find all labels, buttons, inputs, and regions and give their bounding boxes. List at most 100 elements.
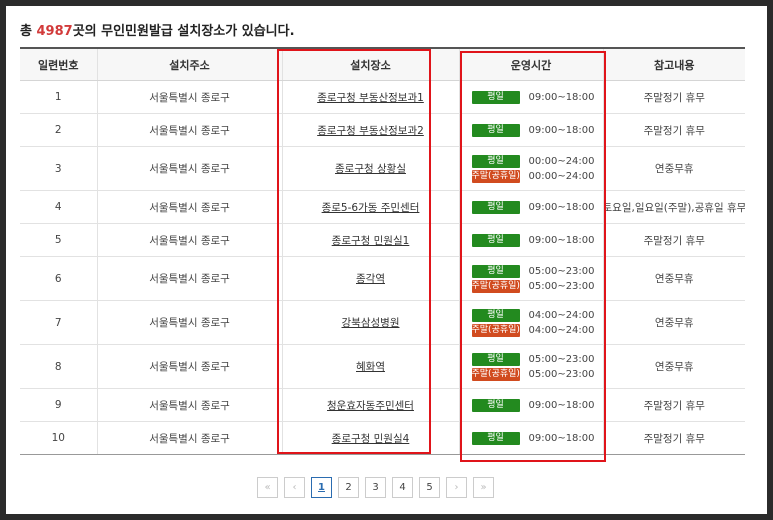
row-hours-cell: 평일 05:00~23:00 주말(공휴일) 05:00~23:00 [458, 256, 603, 301]
weekday-badge: 평일 [471, 431, 520, 445]
last-page-button[interactable]: » [473, 477, 494, 498]
hours-line: 평일 09:00~18:00 [471, 431, 603, 446]
table-header-row: 일련번호 설치주소 설치장소 운영시간 참고내용 [20, 47, 745, 81]
content-frame: 총 4987곳의 무인민원발급 설치장소가 있습니다. 일련번호 설치주소 설치… [6, 6, 767, 514]
row-number: 6 [20, 256, 97, 301]
table-row: 8 서울특별시 종로구 혜화역 평일 05:00~23:00 주말(공휴일) 05:00~2… [20, 344, 745, 389]
row-note: 주말정기 휴무 [602, 388, 745, 422]
page-button-3[interactable]: 3 [365, 477, 386, 498]
prev-page-button[interactable]: ‹ [284, 477, 305, 498]
table-row: 7 서울특별시 종로구 강북삼성병원 평일 04:00~24:00 주말(공휴일) 04:0… [20, 300, 745, 345]
col-header-address: 설치주소 [96, 47, 282, 81]
row-place-cell: 종로구청 부동산정보과1 [281, 80, 459, 114]
weekday-badge: 평일 [471, 123, 520, 137]
result-count: 4987 [36, 24, 73, 39]
next-page-button[interactable]: › [446, 477, 467, 498]
place-link[interactable]: 종각역 [356, 273, 385, 285]
place-link[interactable]: 혜화역 [356, 361, 385, 373]
row-number: 2 [20, 113, 97, 147]
row-number: 10 [20, 421, 97, 455]
hours-time: 04:00~24:00 [528, 309, 595, 321]
place-link[interactable]: 종로구청 민원실4 [332, 433, 410, 445]
table-body: 1 서울특별시 종로구 종로구청 부동산정보과1 평일 09:00~18:00 주말정기 … [20, 80, 745, 455]
place-link[interactable]: 종로구청 부동산정보과1 [317, 92, 424, 104]
hours-line: 평일 09:00~18:00 [471, 233, 603, 248]
row-hours-cell: 평일 04:00~24:00 주말(공휴일) 04:00~24:00 [458, 300, 603, 345]
row-address: 서울특별시 종로구 [96, 344, 282, 389]
row-hours-cell: 평일 09:00~18:00 [458, 113, 603, 147]
place-link[interactable]: 청운효자동주민센터 [327, 400, 414, 412]
row-note: 연중무휴 [602, 344, 745, 389]
summary-prefix: 총 [20, 24, 37, 39]
table-row: 6 서울특별시 종로구 종각역 평일 05:00~23:00 주말(공휴일) 05:00~2… [20, 256, 745, 301]
weekday-badge: 평일 [471, 200, 520, 214]
row-place-cell: 종각역 [281, 256, 459, 301]
row-number: 3 [20, 146, 97, 191]
row-hours-cell: 평일 00:00~24:00 주말(공휴일) 00:00~24:00 [458, 146, 603, 191]
hours-time: 09:00~18:00 [528, 432, 595, 444]
row-place-cell: 종로구청 민원실1 [281, 223, 459, 257]
holiday-badge: 주말(공휴일) [471, 323, 520, 337]
row-address: 서울특별시 종로구 [96, 388, 282, 422]
holiday-badge: 주말(공휴일) [471, 279, 520, 293]
page-button-2[interactable]: 2 [338, 477, 359, 498]
location-table: 일련번호 설치주소 설치장소 운영시간 참고내용 1 서울특별시 종로구 종로구청 … [20, 47, 745, 455]
table-row: 4 서울특별시 종로구 종로5-6가동 주민센터 평일 09:00~18:00 토요일,일… [20, 190, 745, 224]
holiday-badge: 주말(공휴일) [471, 169, 520, 183]
place-link[interactable]: 종로구청 상황실 [335, 163, 406, 175]
page-button-4[interactable]: 4 [392, 477, 413, 498]
row-place-cell: 종로구청 민원실4 [281, 421, 459, 455]
hours-time: 05:00~23:00 [528, 353, 595, 365]
place-link[interactable]: 종로구청 민원실1 [332, 235, 410, 247]
table-row: 9 서울특별시 종로구 청운효자동주민센터 평일 09:00~18:00 주말정기 휴무 [20, 388, 745, 422]
page-button-5[interactable]: 5 [419, 477, 440, 498]
table-row: 2 서울특별시 종로구 종로구청 부동산정보과2 평일 09:00~18:00 주말정기 … [20, 113, 745, 147]
place-link[interactable]: 종로5-6가동 주민센터 [322, 202, 420, 214]
hours-line: 평일 09:00~18:00 [471, 90, 603, 105]
first-page-button[interactable]: « [257, 477, 278, 498]
row-place-cell: 강북삼성병원 [281, 300, 459, 345]
hours-time: 04:00~24:00 [528, 324, 595, 336]
hours-line: 평일 00:00~24:00 [471, 154, 603, 169]
table-row: 3 서울특별시 종로구 종로구청 상황실 평일 00:00~24:00 주말(공휴일) 00… [20, 146, 745, 191]
hours-line: 주말(공휴일) 00:00~24:00 [471, 169, 603, 184]
hours-time: 00:00~24:00 [528, 170, 595, 182]
row-address: 서울특별시 종로구 [96, 113, 282, 147]
row-place-cell: 종로5-6가동 주민센터 [281, 190, 459, 224]
hours-time: 09:00~18:00 [528, 91, 595, 103]
row-note: 주말정기 휴무 [602, 113, 745, 147]
row-address: 서울특별시 종로구 [96, 256, 282, 301]
weekday-badge: 평일 [471, 233, 520, 247]
table-row: 10 서울특별시 종로구 종로구청 민원실4 평일 09:00~18:00 주말정기 휴무 [20, 421, 745, 455]
row-place-cell: 혜화역 [281, 344, 459, 389]
weekday-badge: 평일 [471, 154, 520, 168]
hours-time: 05:00~23:00 [528, 265, 595, 277]
weekday-badge: 평일 [471, 90, 520, 104]
row-number: 5 [20, 223, 97, 257]
row-address: 서울특별시 종로구 [96, 300, 282, 345]
row-place-cell: 청운효자동주민센터 [281, 388, 459, 422]
table-row: 5 서울특별시 종로구 종로구청 민원실1 평일 09:00~18:00 주말정기 휴무 [20, 223, 745, 257]
row-hours-cell: 평일 09:00~18:00 [458, 190, 603, 224]
hours-line: 주말(공휴일) 05:00~23:00 [471, 279, 603, 294]
result-summary: 총 4987곳의 무인민원발급 설치장소가 있습니다. [20, 20, 295, 39]
hours-time: 09:00~18:00 [528, 124, 595, 136]
place-link[interactable]: 종로구청 부동산정보과2 [317, 125, 424, 137]
row-hours-cell: 평일 09:00~18:00 [458, 421, 603, 455]
row-note: 주말정기 휴무 [602, 223, 745, 257]
hours-time: 09:00~18:00 [528, 201, 595, 213]
row-note: 연중무휴 [602, 256, 745, 301]
row-address: 서울특별시 종로구 [96, 223, 282, 257]
hours-time: 09:00~18:00 [528, 399, 595, 411]
page-button-1[interactable]: 1 [311, 477, 332, 498]
hours-time: 05:00~23:00 [528, 368, 595, 380]
row-address: 서울특별시 종로구 [96, 421, 282, 455]
pagination: « ‹ 1 2 3 4 5 › » [257, 477, 500, 498]
row-place-cell: 종로구청 상황실 [281, 146, 459, 191]
col-header-no: 일련번호 [20, 47, 97, 81]
place-link[interactable]: 강북삼성병원 [342, 317, 400, 329]
col-header-note: 참고내용 [602, 47, 745, 81]
weekday-badge: 평일 [471, 352, 520, 366]
row-address: 서울특별시 종로구 [96, 146, 282, 191]
row-hours-cell: 평일 09:00~18:00 [458, 388, 603, 422]
